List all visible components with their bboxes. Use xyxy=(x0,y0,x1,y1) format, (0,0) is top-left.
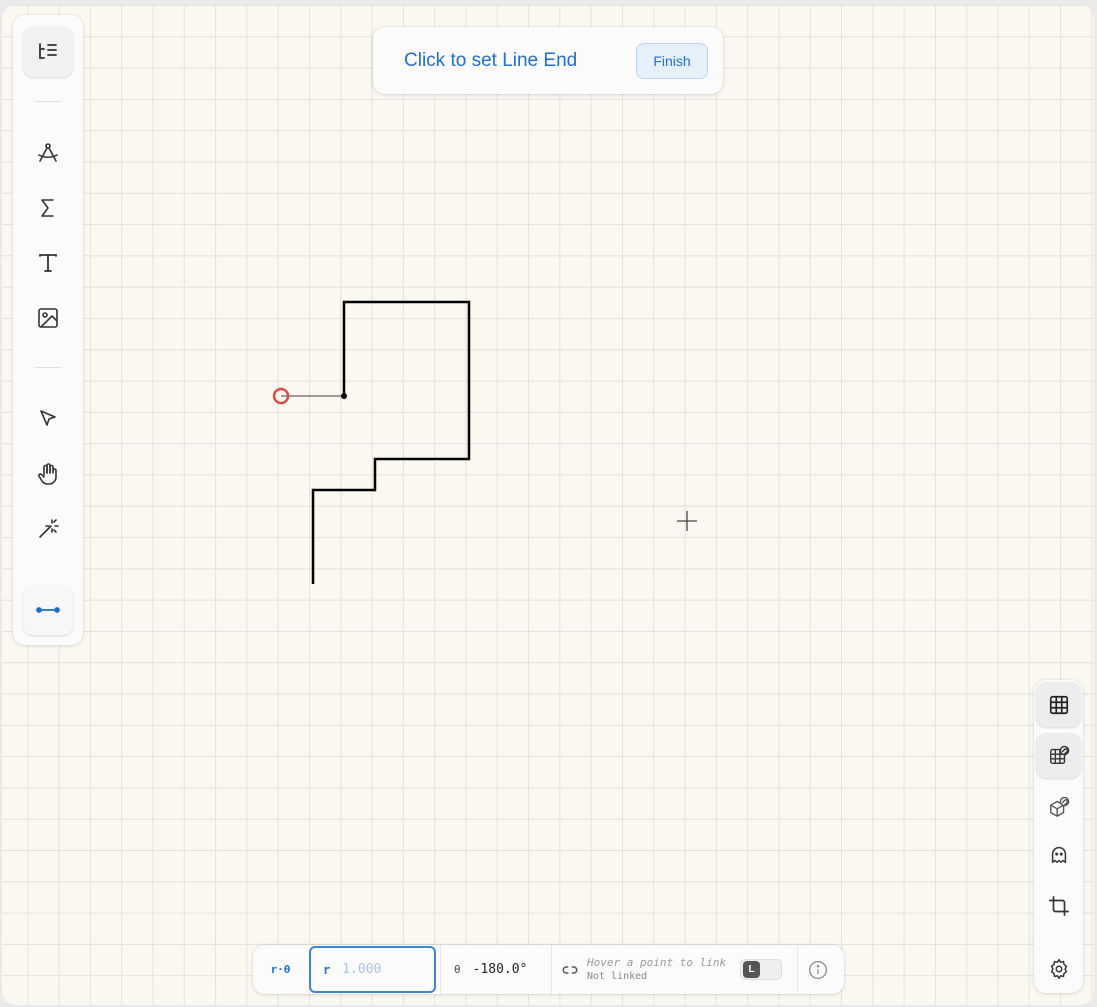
text-icon xyxy=(39,254,57,272)
cube-magnet-icon xyxy=(1049,796,1069,817)
line-tool-button[interactable] xyxy=(23,585,73,635)
angle-value: -180.0° xyxy=(472,962,528,977)
coordinate-input-bar: r·θ r θ -180.0° Hover a point to link No… xyxy=(253,945,844,994)
settings-button[interactable] xyxy=(1036,946,1081,991)
finish-button[interactable]: Finish xyxy=(636,43,708,79)
outline-panel-button[interactable] xyxy=(23,27,73,77)
toolbar-divider xyxy=(35,101,61,102)
ghost-icon xyxy=(1051,846,1066,863)
grid-toggle-button[interactable] xyxy=(1036,682,1081,727)
radius-field[interactable]: r xyxy=(309,946,436,993)
link-hint-text: Hover a point to link xyxy=(587,955,727,969)
drawn-polyline[interactable] xyxy=(311,300,471,584)
formula-tool-button[interactable] xyxy=(23,183,73,233)
crop-icon xyxy=(1048,895,1069,916)
magic-wand-icon xyxy=(39,519,59,538)
line-start-point[interactable] xyxy=(341,393,347,399)
drawing-layer xyxy=(272,300,697,584)
left-toolbar xyxy=(13,15,83,645)
select-tool-button[interactable] xyxy=(23,394,73,444)
instruction-panel: Click to set Line End Finish xyxy=(373,27,723,94)
snap-to-grid-button[interactable] xyxy=(1036,733,1081,778)
snap-to-objects-button[interactable] xyxy=(1036,784,1081,829)
radius-label: r xyxy=(323,962,331,977)
grid-magnet-icon xyxy=(1049,745,1069,764)
angle-label: θ xyxy=(454,963,461,976)
point-link-section[interactable]: Hover a point to link Not linked xyxy=(561,945,726,994)
info-icon xyxy=(809,960,827,979)
grid-icon xyxy=(1049,695,1068,714)
bar-separator xyxy=(551,945,552,994)
line-segment-icon xyxy=(36,607,60,613)
instruction-text: Click to set Line End xyxy=(404,50,578,71)
angle-field[interactable]: θ -180.0° xyxy=(454,945,527,994)
compass-icon xyxy=(38,143,58,162)
polar-mode-toggle[interactable]: r·θ xyxy=(253,945,308,994)
bar-separator xyxy=(797,945,798,994)
image-tool-button[interactable] xyxy=(23,293,73,343)
cursor-arrow-icon xyxy=(40,410,56,426)
text-tool-button[interactable] xyxy=(23,238,73,288)
bar-separator xyxy=(440,945,441,994)
magic-tool-button[interactable] xyxy=(23,504,73,554)
link-icon xyxy=(562,965,578,974)
list-tree-icon xyxy=(39,43,57,59)
radius-input[interactable] xyxy=(340,961,425,978)
info-button[interactable] xyxy=(808,945,828,994)
hand-icon xyxy=(38,463,57,485)
image-icon xyxy=(38,308,58,328)
sigma-icon xyxy=(41,199,54,217)
pan-tool-button[interactable] xyxy=(23,449,73,499)
geometry-tool-button[interactable] xyxy=(23,128,73,178)
ghost-mode-button[interactable] xyxy=(1036,832,1081,877)
link-shortcut-key: L xyxy=(743,961,760,978)
crop-button[interactable] xyxy=(1036,883,1081,928)
gear-icon xyxy=(1050,958,1067,979)
crosshair-cursor-icon xyxy=(677,511,697,531)
link-status-text: Not linked xyxy=(587,970,648,982)
toolbar-divider xyxy=(35,367,61,368)
link-toggle-switch[interactable]: L xyxy=(740,959,782,980)
right-toolbar xyxy=(1034,680,1083,993)
